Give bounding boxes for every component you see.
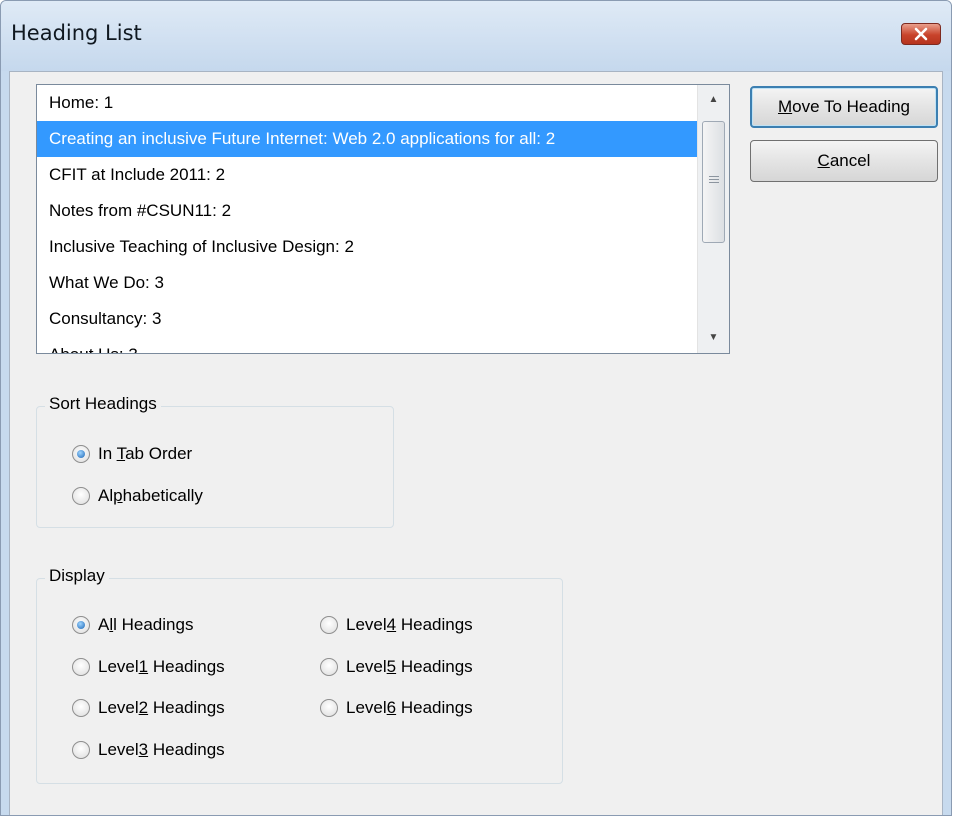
headings-listbox[interactable]: Home: 1 Creating an inclusive Future Int… bbox=[36, 84, 730, 354]
radio-button-icon bbox=[72, 487, 90, 505]
display-group: Display All Headings Level1 Headings Lev… bbox=[36, 566, 563, 784]
sort-headings-group: Sort Headings In Tab Order Alphabeticall… bbox=[36, 394, 394, 528]
close-x-icon bbox=[914, 27, 928, 41]
headings-list: Home: 1 Creating an inclusive Future Int… bbox=[37, 85, 697, 353]
radio-button-icon bbox=[320, 616, 338, 634]
radio-button-icon bbox=[72, 445, 90, 463]
sort-headings-legend: Sort Headings bbox=[45, 394, 161, 414]
list-item[interactable]: Creating an inclusive Future Internet: W… bbox=[37, 121, 697, 157]
radio-button-icon bbox=[320, 658, 338, 676]
list-item[interactable]: Home: 1 bbox=[37, 85, 697, 121]
display-legend: Display bbox=[45, 566, 109, 586]
radio-button-icon bbox=[72, 658, 90, 676]
cancel-button[interactable]: Cancel bbox=[750, 140, 938, 182]
arrow-down-icon: ▼ bbox=[708, 332, 719, 343]
close-button[interactable] bbox=[901, 23, 941, 45]
radio-button-icon bbox=[72, 699, 90, 717]
scroll-down-button[interactable]: ▼ bbox=[698, 323, 729, 353]
list-item[interactable]: What We Do: 3 bbox=[37, 265, 697, 301]
dialog-client-area: Home: 1 Creating an inclusive Future Int… bbox=[9, 71, 943, 815]
list-item[interactable]: About Us: 3 bbox=[37, 337, 697, 353]
list-item[interactable]: CFIT at Include 2011: 2 bbox=[37, 157, 697, 193]
title-bar: Heading List bbox=[1, 1, 951, 71]
scroll-up-button[interactable]: ▲ bbox=[698, 85, 729, 115]
radio-button-icon bbox=[72, 616, 90, 634]
grip-icon bbox=[709, 176, 719, 184]
list-item[interactable]: Inclusive Teaching of Inclusive Design: … bbox=[37, 229, 697, 265]
move-to-heading-button[interactable]: Move To Heading bbox=[750, 86, 938, 128]
arrow-up-icon: ▲ bbox=[708, 94, 719, 105]
window-title: Heading List bbox=[11, 21, 142, 45]
radio-button-icon bbox=[320, 699, 338, 717]
list-item[interactable]: Notes from #CSUN11: 2 bbox=[37, 193, 697, 229]
heading-list-dialog: Heading List Home: 1 Creating an inclusi… bbox=[0, 0, 952, 816]
scroll-thumb[interactable] bbox=[702, 121, 725, 243]
list-item[interactable]: Consultancy: 3 bbox=[37, 301, 697, 337]
radio-button-icon bbox=[72, 741, 90, 759]
list-scrollbar[interactable]: ▲ ▼ bbox=[697, 85, 729, 353]
